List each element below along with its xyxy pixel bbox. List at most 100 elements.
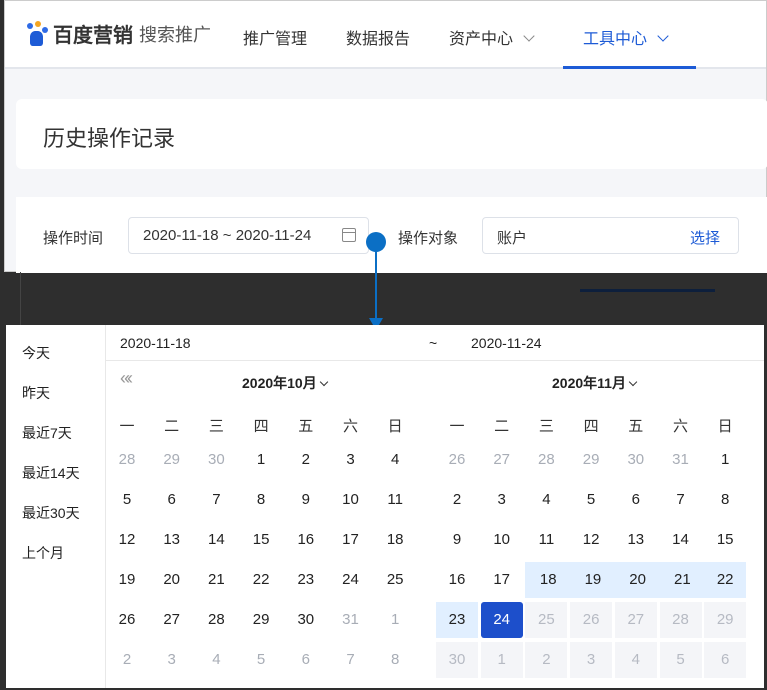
day-cell[interactable]: 31 <box>330 602 372 638</box>
day-cell[interactable]: 10 <box>330 482 372 518</box>
day-cell[interactable]: 8 <box>374 642 416 678</box>
day-cell[interactable]: 28 <box>106 442 148 478</box>
shortcut-item[interactable]: 上个月 <box>22 543 64 563</box>
day-cell[interactable]: 11 <box>525 522 567 558</box>
day-cell[interactable]: 4 <box>525 482 567 518</box>
day-cell[interactable]: 16 <box>285 522 327 558</box>
day-cell[interactable]: 30 <box>285 602 327 638</box>
nav-item-reports[interactable]: 数据报告 <box>346 25 410 49</box>
day-cell[interactable]: 3 <box>330 442 372 478</box>
day-cell[interactable]: 20 <box>614 562 661 598</box>
day-cell[interactable]: 5 <box>106 482 148 518</box>
day-cell: 26 <box>570 602 613 638</box>
day-cell[interactable]: 29 <box>240 602 282 638</box>
day-cell[interactable]: 22 <box>240 562 282 598</box>
day-cell[interactable]: 14 <box>195 522 237 558</box>
date-range-input[interactable]: 2020-11-18 ~ 2020-11-24 <box>128 217 369 254</box>
day-cell[interactable]: 16 <box>436 562 478 598</box>
day-cell[interactable]: 5 <box>240 642 282 678</box>
day-cell[interactable]: 1 <box>374 602 416 638</box>
day-cell[interactable]: 13 <box>151 522 193 558</box>
day-cell[interactable]: 31 <box>660 442 702 478</box>
day-cell[interactable]: 6 <box>285 642 327 678</box>
start-date[interactable]: 2020-11-18 <box>120 335 191 351</box>
month-title-left[interactable]: 2020年10月 <box>242 373 328 393</box>
nav-item-tools[interactable]: 工具中心 <box>583 25 669 49</box>
day-cell[interactable]: 21 <box>659 562 706 598</box>
nav-item-assets[interactable]: 资产中心 <box>449 25 535 49</box>
day-cell[interactable]: 26 <box>436 442 478 478</box>
page-title: 历史操作记录 <box>43 126 176 151</box>
day-cell[interactable]: 2 <box>285 442 327 478</box>
object-value: 账户 <box>497 230 528 247</box>
day-cell[interactable]: 18 <box>525 562 572 598</box>
day-cell[interactable]: 23 <box>436 602 478 638</box>
day-cell[interactable]: 6 <box>615 482 657 518</box>
prev-year-month-icon[interactable]: «‹ <box>120 368 133 389</box>
day-cell[interactable]: 22 <box>704 562 747 598</box>
day-cell[interactable]: 10 <box>481 522 523 558</box>
day-cell[interactable]: 11 <box>374 482 416 518</box>
choose-button[interactable]: 选择 <box>690 227 720 248</box>
day-cell[interactable]: 30 <box>195 442 237 478</box>
day-cell[interactable]: 15 <box>240 522 282 558</box>
chevron-down-icon <box>657 30 669 42</box>
day-cell[interactable]: 1 <box>704 442 746 478</box>
end-date[interactable]: 2020-11-24 <box>471 335 542 351</box>
day-cell[interactable]: 29 <box>151 442 193 478</box>
day-cell[interactable]: 8 <box>240 482 282 518</box>
nav-item-promotion[interactable]: 推广管理 <box>243 25 307 49</box>
shortcut-item[interactable]: 昨天 <box>22 383 50 403</box>
day-cell[interactable]: 18 <box>374 522 416 558</box>
day-cell[interactable]: 23 <box>285 562 327 598</box>
day-cell[interactable]: 20 <box>151 562 193 598</box>
day-cell[interactable]: 3 <box>151 642 193 678</box>
nav-label: 数据报告 <box>346 31 411 48</box>
app-window: 百度营销 搜索推广 推广管理 数据报告 资产中心 工具中心 历史操作记录 操作时… <box>4 0 767 273</box>
day-cell[interactable]: 1 <box>240 442 282 478</box>
shortcut-item[interactable]: 最近7天 <box>22 423 72 443</box>
object-selector[interactable]: 账户 选择 <box>482 217 739 254</box>
day-cell[interactable]: 2 <box>106 642 148 678</box>
weekday-header: 二 <box>494 418 510 435</box>
day-cell[interactable]: 28 <box>525 442 567 478</box>
day-cell[interactable]: 7 <box>195 482 237 518</box>
day-cell[interactable]: 12 <box>570 522 612 558</box>
logo[interactable]: 百度营销 搜索推广 <box>25 19 211 48</box>
day-cell[interactable]: 21 <box>195 562 237 598</box>
day-cell[interactable]: 7 <box>660 482 702 518</box>
day-cell[interactable]: 3 <box>481 482 523 518</box>
day-cell-selected[interactable]: 24 <box>480 602 523 638</box>
day-cell[interactable]: 19 <box>570 562 616 598</box>
day-cell[interactable]: 17 <box>330 522 372 558</box>
day-cell[interactable]: 4 <box>195 642 237 678</box>
day-cell[interactable]: 29 <box>570 442 612 478</box>
day-cell[interactable]: 24 <box>330 562 372 598</box>
day-cell[interactable]: 6 <box>151 482 193 518</box>
day-cell[interactable]: 7 <box>330 642 372 678</box>
day-cell: 27 <box>614 602 657 638</box>
shortcut-item[interactable]: 最近30天 <box>22 503 80 523</box>
month-title-right[interactable]: 2020年11月 <box>552 373 638 393</box>
day-cell[interactable]: 27 <box>481 442 523 478</box>
day-cell[interactable]: 4 <box>374 442 416 478</box>
day-cell[interactable]: 30 <box>615 442 657 478</box>
shortcut-item[interactable]: 最近14天 <box>22 463 80 483</box>
day-cell[interactable]: 2 <box>436 482 478 518</box>
day-cell[interactable]: 17 <box>481 562 523 598</box>
day-cell[interactable]: 8 <box>704 482 746 518</box>
shortcut-item[interactable]: 今天 <box>22 343 50 363</box>
day-cell[interactable]: 28 <box>195 602 237 638</box>
day-cell[interactable]: 27 <box>151 602 193 638</box>
day-cell[interactable]: 26 <box>106 602 148 638</box>
weekday-header: 三 <box>538 418 554 435</box>
day-cell[interactable]: 9 <box>436 522 478 558</box>
day-cell[interactable]: 5 <box>570 482 612 518</box>
day-cell[interactable]: 12 <box>106 522 148 558</box>
day-cell[interactable]: 25 <box>374 562 416 598</box>
day-cell[interactable]: 14 <box>660 522 702 558</box>
day-cell[interactable]: 9 <box>285 482 327 518</box>
day-cell[interactable]: 19 <box>106 562 148 598</box>
day-cell[interactable]: 15 <box>704 522 746 558</box>
day-cell[interactable]: 13 <box>615 522 657 558</box>
